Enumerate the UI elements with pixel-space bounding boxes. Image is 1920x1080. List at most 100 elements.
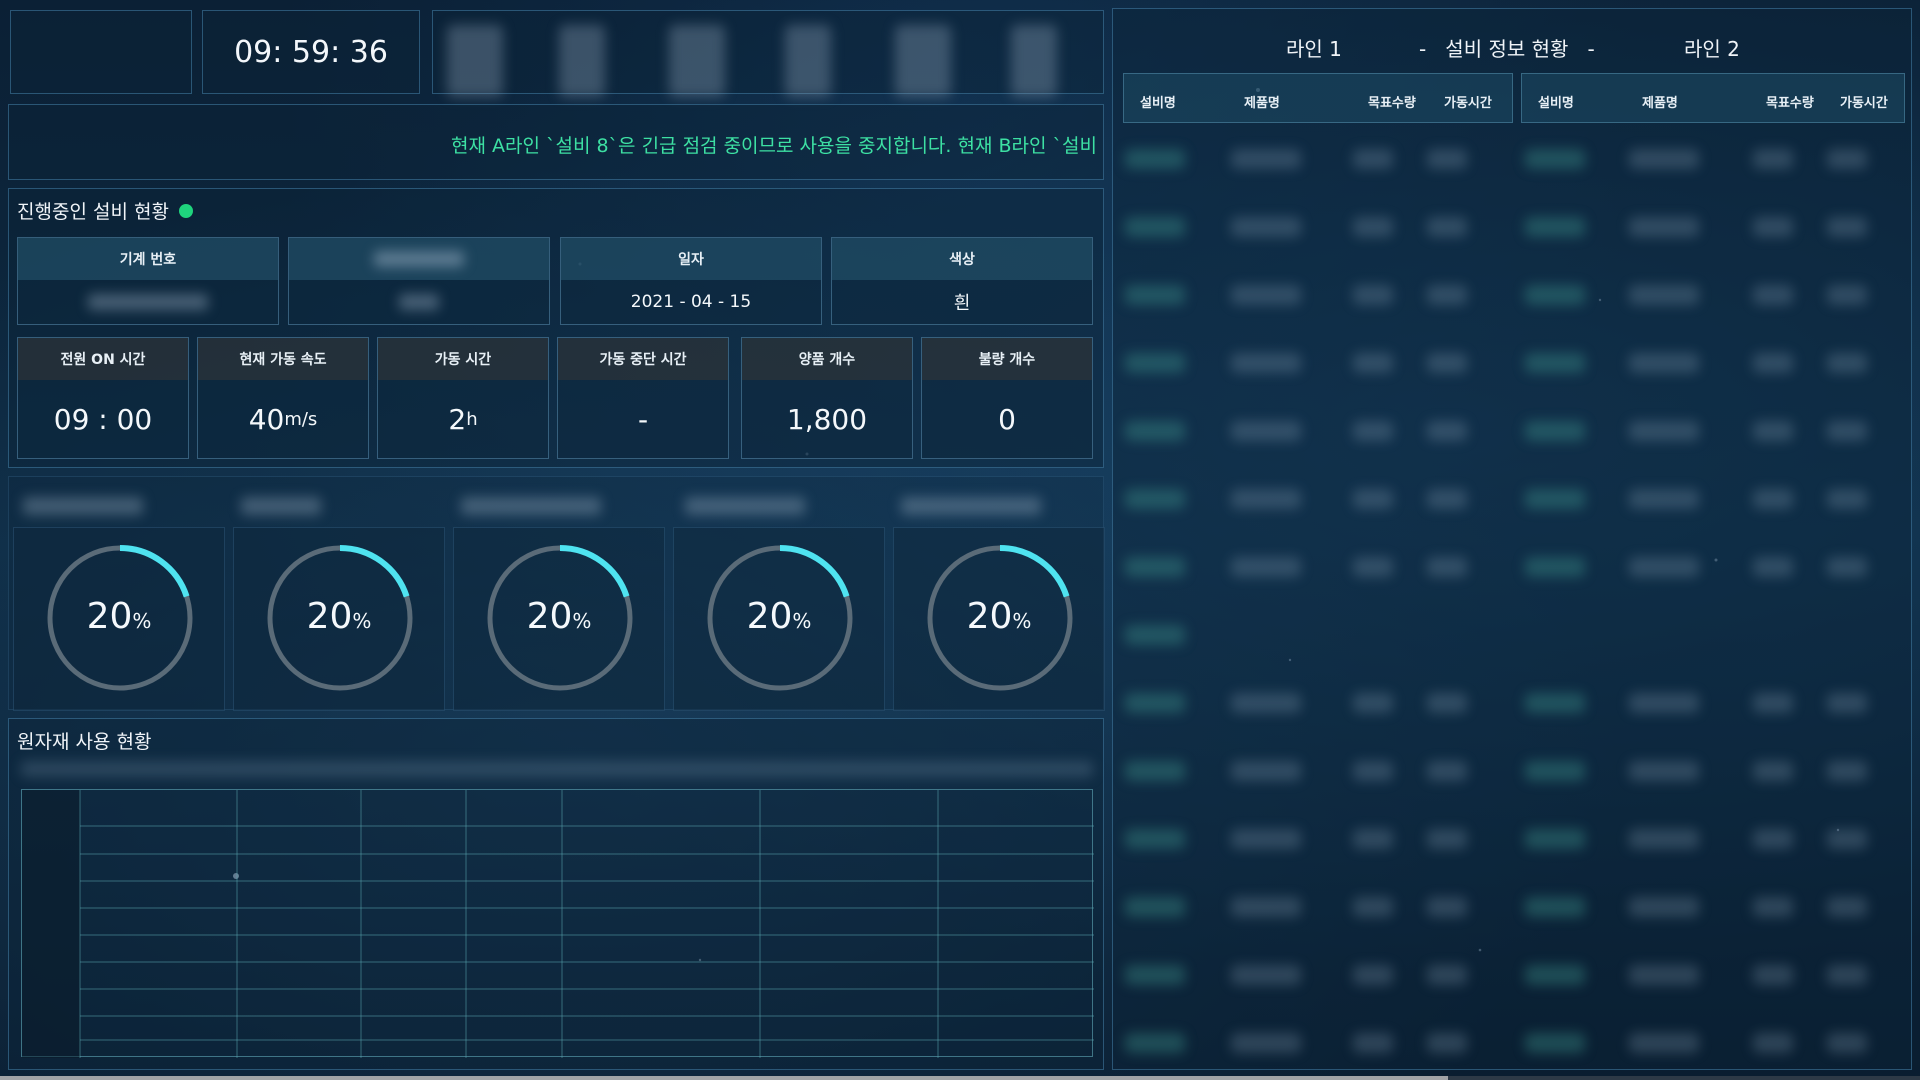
equipment-status-title: 진행중인 설비 현황	[17, 201, 169, 223]
date-value: 2021 - 04 - 15	[630, 292, 752, 312]
redacted-cell	[1231, 489, 1301, 509]
gauge-5: 20%	[893, 527, 1105, 711]
notice-text: 현재 A라인 `설비 8`은 긴급 점검 중이므로 사용을 중지합니다. 현재 …	[450, 135, 1097, 157]
redacted-cell	[1525, 217, 1585, 237]
gauge-value: 20%	[966, 596, 1032, 637]
redacted-cell	[1525, 489, 1585, 509]
redacted-cell	[1629, 353, 1699, 373]
redacted-cell	[1353, 693, 1393, 713]
redacted-label	[374, 251, 464, 267]
redacted-cell	[1231, 217, 1301, 237]
redacted-cell	[1231, 829, 1301, 849]
metric-downtime: 가동 중단 시간 -	[557, 337, 729, 459]
metric-unit: h	[466, 408, 478, 430]
metric-operating-time: 가동 시간 2h	[377, 337, 549, 459]
redacted-cell	[1525, 829, 1585, 849]
redacted-cell	[1629, 897, 1699, 917]
metric-current-speed: 현재 가동 속도 40 m/s	[197, 337, 369, 459]
info-cell-redacted	[288, 237, 550, 325]
status-indicator-icon	[178, 203, 193, 218]
redacted-cell	[1629, 489, 1699, 509]
redacted-legend	[21, 761, 1093, 777]
redacted-cell	[1525, 761, 1585, 781]
redacted-value	[399, 294, 439, 310]
metric-value: 40	[248, 402, 285, 436]
redacted-cell	[1827, 489, 1867, 509]
redacted-cell	[1629, 217, 1699, 237]
redacted-cell	[1353, 1033, 1393, 1053]
redacted-cell	[1231, 353, 1301, 373]
section-title: 진행중인 설비 현황	[17, 197, 193, 224]
redacted-cell	[1427, 693, 1467, 713]
redacted-cell	[1427, 285, 1467, 305]
color-value: 흰	[953, 293, 971, 314]
redacted-cell	[1629, 149, 1699, 169]
metric-value: -	[637, 402, 649, 436]
redacted-cell	[1125, 829, 1185, 849]
horizontal-scrollbar[interactable]	[0, 1076, 1920, 1080]
redacted-cell	[1525, 285, 1585, 305]
redacted-cell	[1525, 149, 1585, 169]
scrollbar-thumb[interactable]	[0, 1076, 1448, 1080]
redacted-cell	[1353, 761, 1393, 781]
col-product-name: 제품명	[1244, 96, 1280, 111]
metric-good-count: 양품 개수 1,800	[741, 337, 913, 459]
metric-value: 1,800	[786, 402, 868, 436]
redacted-cell	[1125, 897, 1185, 917]
col-target-qty: 목표수량	[1766, 96, 1814, 111]
redacted-cell	[1231, 965, 1301, 985]
redacted-cell	[1827, 285, 1867, 305]
redacted-cell	[1629, 965, 1699, 985]
metric-label: 양품 개수	[742, 338, 912, 380]
redacted-cell	[1629, 761, 1699, 781]
redacted-cell	[1827, 965, 1867, 985]
redacted-cell	[1427, 489, 1467, 509]
redacted-cell	[1827, 829, 1867, 849]
redacted-cell	[1525, 557, 1585, 577]
redacted-cell	[1753, 761, 1793, 781]
redacted-cell	[1827, 557, 1867, 577]
gauge-2: 20%	[233, 527, 445, 711]
redacted-cell	[1125, 1033, 1185, 1053]
redacted-cell	[1753, 217, 1793, 237]
redacted-cell	[1231, 421, 1301, 441]
equipment-info-panel: 라인 1 - 설비 정보 현황 - 라인 2 설비명 제품명 목표수량 가동시간…	[1112, 8, 1912, 1070]
metric-defect-count: 불량 개수 0	[921, 337, 1093, 459]
col-equipment-name: 설비명	[1538, 96, 1574, 111]
redacted-cell	[1525, 1033, 1585, 1053]
redacted-cell	[1753, 965, 1793, 985]
panel-header: 라인 1 - 설비 정보 현황 - 라인 2	[1113, 19, 1911, 61]
redacted-cell	[1125, 285, 1185, 305]
redacted-cell	[1353, 897, 1393, 917]
redacted-cell	[1827, 353, 1867, 373]
redacted-cell	[1827, 897, 1867, 917]
info-cell-date: 일자 2021 - 04 - 15	[560, 237, 822, 325]
redacted-cell	[1427, 1033, 1467, 1053]
redacted-cell	[1427, 149, 1467, 169]
gauge-4: 20%	[673, 527, 885, 711]
redacted-cell	[1125, 489, 1185, 509]
redacted-cell	[1629, 693, 1699, 713]
gauge-value: 20%	[86, 596, 152, 637]
redacted-cell	[1353, 557, 1393, 577]
redacted-cell	[1629, 557, 1699, 577]
notice-ticker: 현재 A라인 `설비 8`은 긴급 점검 중이므로 사용을 중지합니다. 현재 …	[8, 104, 1104, 180]
redacted-cell	[1427, 421, 1467, 441]
gauge-value: 20%	[306, 596, 372, 637]
raw-material-panel: 원자재 사용 현황	[8, 718, 1104, 1070]
metric-value: 0	[998, 402, 1016, 436]
redacted-cell	[1353, 149, 1393, 169]
info-cell-machine-number: 기계 번호	[17, 237, 279, 325]
redacted-cell	[1827, 217, 1867, 237]
redacted-cell	[1231, 285, 1301, 305]
info-label: 일자	[561, 238, 821, 280]
redacted-cell	[1629, 829, 1699, 849]
redacted-cell	[1753, 489, 1793, 509]
redacted-cell	[1753, 693, 1793, 713]
header-logo-box	[10, 10, 192, 94]
redacted-cell	[1753, 829, 1793, 849]
redacted-cell	[1125, 557, 1185, 577]
redacted-value	[88, 294, 208, 310]
redacted-cell	[1427, 761, 1467, 781]
redacted-cell	[1427, 353, 1467, 373]
